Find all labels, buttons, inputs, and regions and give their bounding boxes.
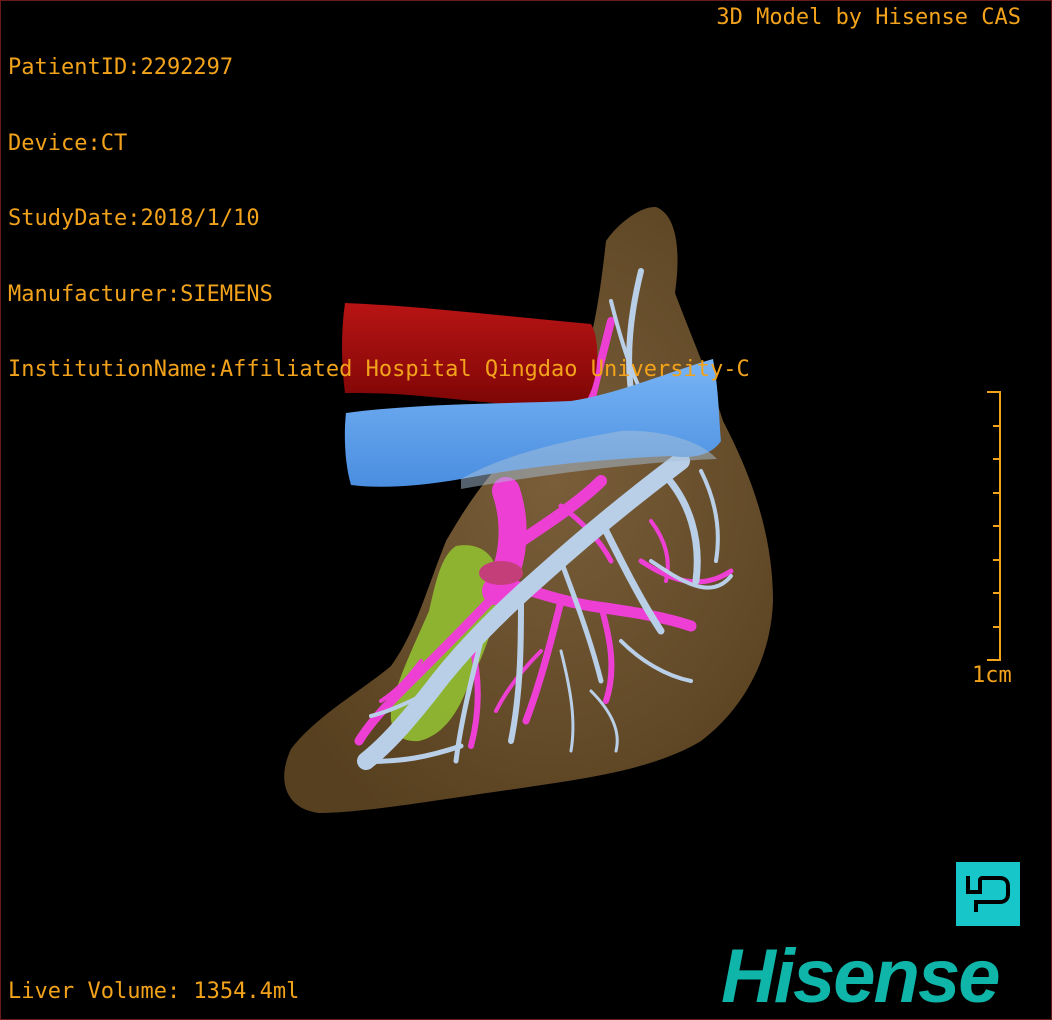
p-logo-icon <box>956 862 1020 926</box>
scale-tick <box>993 525 1001 527</box>
liver-volume-label: Liver Volume: 1354.4ml <box>8 979 300 1004</box>
study-date-label: StudyDate:2018/1/10 <box>8 206 260 231</box>
patient-id-label: PatientID:2292297 <box>8 55 234 80</box>
scale-tick <box>993 625 1001 628</box>
scale-tick <box>993 458 1001 460</box>
scale-tick <box>993 558 1001 561</box>
scale-tick <box>993 592 1001 594</box>
model-credit-label: 3D Model by Hisense CAS <box>716 5 1021 30</box>
scale-tick <box>987 659 1001 661</box>
scale-label: 1cm <box>972 663 1012 688</box>
hisense-logo: Hisense <box>721 934 1001 1019</box>
scale-ruler <box>985 391 1003 661</box>
scale-tick <box>987 391 1001 393</box>
scale-tick <box>993 491 1001 494</box>
institution-label: InstitutionName:Affiliated Hospital Qing… <box>8 357 750 382</box>
3d-model-viewport[interactable]: PatientID:2292297 Device:CT StudyDate:20… <box>0 0 1052 1020</box>
manufacturer-label: Manufacturer:SIEMENS <box>8 281 273 307</box>
patient-info-overlay: PatientID:2292297 Device:CT StudyDate:20… <box>8 5 750 433</box>
device-label: Device:CT <box>8 130 128 156</box>
scale-tick <box>993 424 1001 427</box>
